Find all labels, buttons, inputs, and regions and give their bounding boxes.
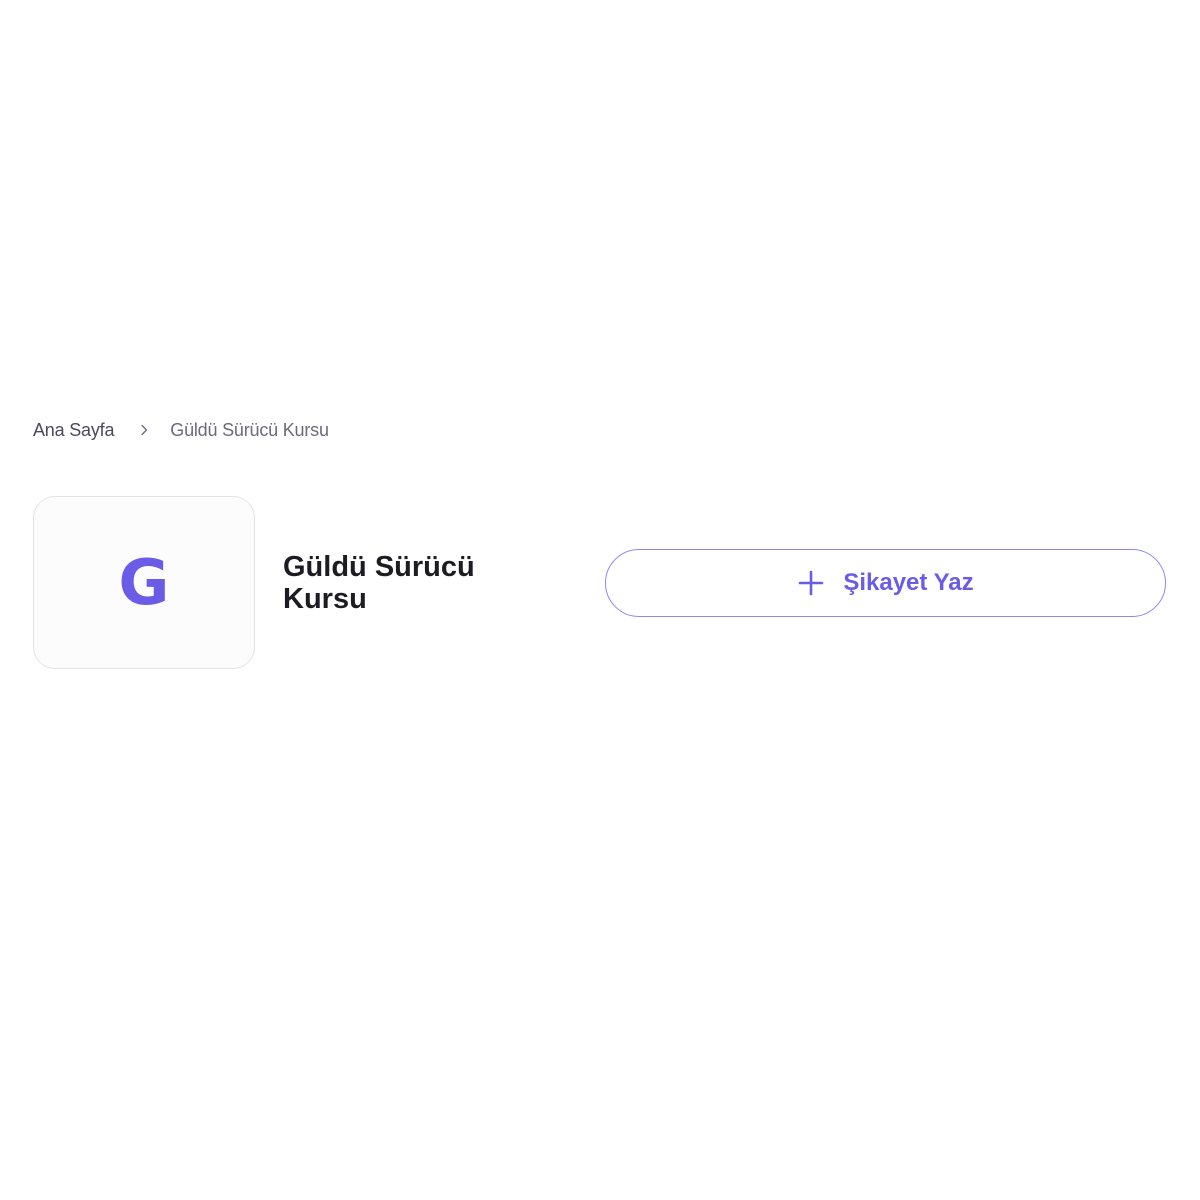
brand-logo: G — [33, 496, 255, 669]
write-complaint-label: Şikayet Yaz — [843, 569, 974, 596]
breadcrumb-current: Güldü Sürücü Kursu — [170, 419, 329, 440]
chevron-right-icon — [136, 422, 152, 438]
breadcrumb: Ana Sayfa Güldü Sürücü Kursu — [33, 419, 329, 441]
page-title: Güldü Sürücü Kursu — [283, 551, 475, 615]
write-complaint-button[interactable]: Şikayet Yaz — [605, 549, 1166, 617]
breadcrumb-home-link[interactable]: Ana Sayfa — [33, 420, 114, 441]
brand-logo-letter: G — [118, 545, 170, 619]
plus-icon — [797, 569, 825, 597]
